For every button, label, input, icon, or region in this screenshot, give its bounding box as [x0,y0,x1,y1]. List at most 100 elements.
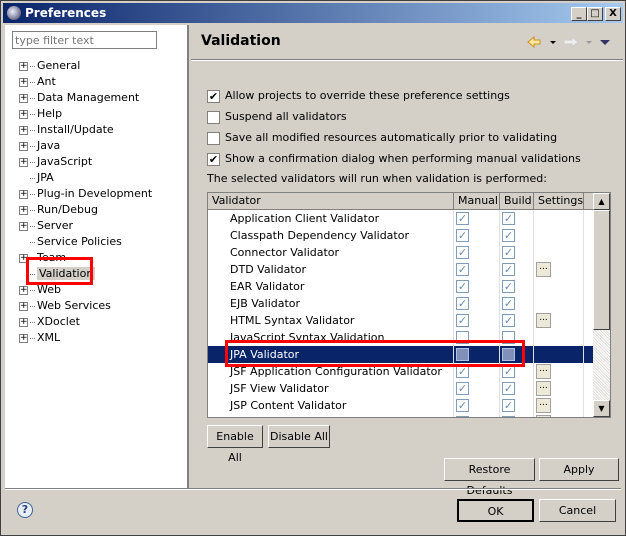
build-checkbox[interactable]: ✓ [502,365,515,378]
build-checkbox[interactable]: ✓ [502,280,515,293]
column-header-manual[interactable]: Manual [454,193,500,210]
manual-checkbox[interactable]: ✓ [456,365,469,378]
table-row[interactable]: Connector Validator ✓ ✓ [208,244,594,261]
apply-button[interactable]: Apply [539,458,619,481]
tree-item-web[interactable]: + Web [19,282,61,298]
help-icon[interactable]: ? [17,502,33,518]
table-row[interactable]: Application Client Validator ✓ ✓ [208,210,594,227]
scroll-down-button[interactable]: ▼ [593,400,610,417]
restore-defaults-button[interactable]: Restore Defaults [444,458,535,497]
build-checkbox[interactable]: ✓ [502,212,515,225]
tree-item-service-policies[interactable]: Service Policies [19,234,122,250]
disable-all-button[interactable]: Disable All [268,425,330,448]
expand-icon[interactable]: + [19,157,28,167]
expand-icon[interactable]: + [19,253,28,263]
manual-checkbox[interactable]: ✓ [456,314,469,327]
tree-item-data-management[interactable]: + Data Management [19,90,139,106]
settings-button[interactable]: ... [536,364,551,379]
back-menu-icon[interactable] [550,41,556,44]
column-header-validator[interactable]: Validator [208,193,454,210]
enable-all-button[interactable]: Enable All [207,425,263,464]
tree-item-install-update[interactable]: + Install/Update [19,122,114,138]
expand-icon[interactable]: + [19,317,28,327]
table-row[interactable]: DTD Validator ✓ ✓... [208,261,594,278]
settings-button[interactable]: ... [536,262,551,277]
manual-checkbox[interactable]: ✓ [456,297,469,310]
expand-icon[interactable]: + [19,205,28,215]
table-row[interactable]: JSP Content Validator ✓ ✓... [208,397,594,414]
table-row[interactable]: Classpath Dependency Validator ✓ ✓ [208,227,594,244]
tree-item-help[interactable]: + Help [19,106,62,122]
view-menu-icon[interactable] [600,40,610,45]
ok-button[interactable]: OK [457,499,534,522]
forward-arrow-icon[interactable] [563,35,579,49]
expand-icon[interactable]: + [19,285,28,295]
build-checkbox[interactable]: ✓ [502,246,515,259]
tree-item-javascript[interactable]: + JavaScript [19,154,92,170]
checkbox[interactable] [207,131,220,145]
manual-checkbox[interactable]: ✓ [456,399,469,412]
column-header-build[interactable]: Build [500,193,534,210]
forward-menu-icon[interactable] [586,41,592,44]
tree-item-jpa[interactable]: JPA [19,170,54,186]
option-checkbox-2[interactable]: Save all modified resources automaticall… [207,131,557,145]
tree-item-web-services[interactable]: + Web Services [19,298,111,314]
scroll-thumb[interactable] [593,210,610,330]
manual-checkbox[interactable]: ✓ [456,246,469,259]
tree-item-xml[interactable]: + XML [19,330,60,346]
table-row[interactable]: EJB Validator ✓ ✓ [208,295,594,312]
expand-icon[interactable]: + [19,301,28,311]
settings-button[interactable]: ... [536,381,551,396]
expand-icon[interactable]: + [19,109,28,119]
manual-checkbox[interactable]: ✓ [456,382,469,395]
table-row[interactable]: JSF View Validator ✓ ✓... [208,380,594,397]
manual-checkbox[interactable]: ✓ [456,263,469,276]
back-arrow-icon[interactable] [527,35,541,49]
cancel-button[interactable]: Cancel [539,499,616,522]
expand-icon[interactable]: + [19,189,28,199]
column-header-settings[interactable]: Settings [534,193,584,210]
table-row[interactable]: EAR Validator ✓ ✓ [208,278,594,295]
maximize-button[interactable]: □ [587,7,603,21]
build-checkbox[interactable] [502,331,515,344]
build-checkbox[interactable]: ✓ [502,399,515,412]
option-checkbox-0[interactable]: ✔ Allow projects to override these prefer… [207,89,510,103]
option-checkbox-1[interactable]: Suspend all validators [207,110,347,124]
manual-checkbox[interactable]: ✓ [456,229,469,242]
filter-input[interactable] [12,31,157,49]
build-checkbox[interactable]: ✓ [502,263,515,276]
tree-item-server[interactable]: + Server [19,218,73,234]
expand-icon[interactable]: + [19,333,28,343]
manual-checkbox[interactable] [456,348,469,361]
tree-item-xdoclet[interactable]: + XDoclet [19,314,80,330]
vertical-scrollbar[interactable]: ▲ ▼ [593,193,610,417]
manual-checkbox[interactable] [456,331,469,344]
table-row[interactable]: JSF Application Configuration Validator ✓… [208,363,594,380]
build-checkbox[interactable]: ✓ [502,314,515,327]
checkbox[interactable]: ✔ [207,152,220,166]
tree-item-team[interactable]: + Team [19,250,66,266]
build-checkbox[interactable]: ✓ [502,297,515,310]
expand-icon[interactable]: + [19,61,28,71]
tree-item-plug-in-development[interactable]: + Plug-in Development [19,186,152,202]
tree-item-validation[interactable]: Validation [19,266,96,282]
settings-button[interactable]: ... [536,313,551,328]
tree-item-ant[interactable]: + Ant [19,74,56,90]
table-row[interactable]: HTML Syntax Validator ✓ ✓... [208,312,594,329]
expand-icon[interactable]: + [19,93,28,103]
table-row[interactable]: JavaScript Syntax Validation [208,329,594,346]
table-row[interactable]: ✓ ✓... [208,414,594,417]
settings-button[interactable]: ... [536,398,551,413]
tree-item-java[interactable]: + Java [19,138,60,154]
scroll-up-button[interactable]: ▲ [593,193,610,210]
manual-checkbox[interactable]: ✓ [456,280,469,293]
manual-checkbox[interactable]: ✓ [456,416,469,417]
expand-icon[interactable]: + [19,141,28,151]
expand-icon[interactable]: + [19,77,28,87]
build-checkbox[interactable]: ✓ [502,229,515,242]
manual-checkbox[interactable]: ✓ [456,212,469,225]
build-checkbox[interactable] [502,348,515,361]
table-row[interactable]: JPA Validator [208,346,594,363]
tree-item-general[interactable]: + General [19,58,80,74]
tree-item-run-debug[interactable]: + Run/Debug [19,202,98,218]
